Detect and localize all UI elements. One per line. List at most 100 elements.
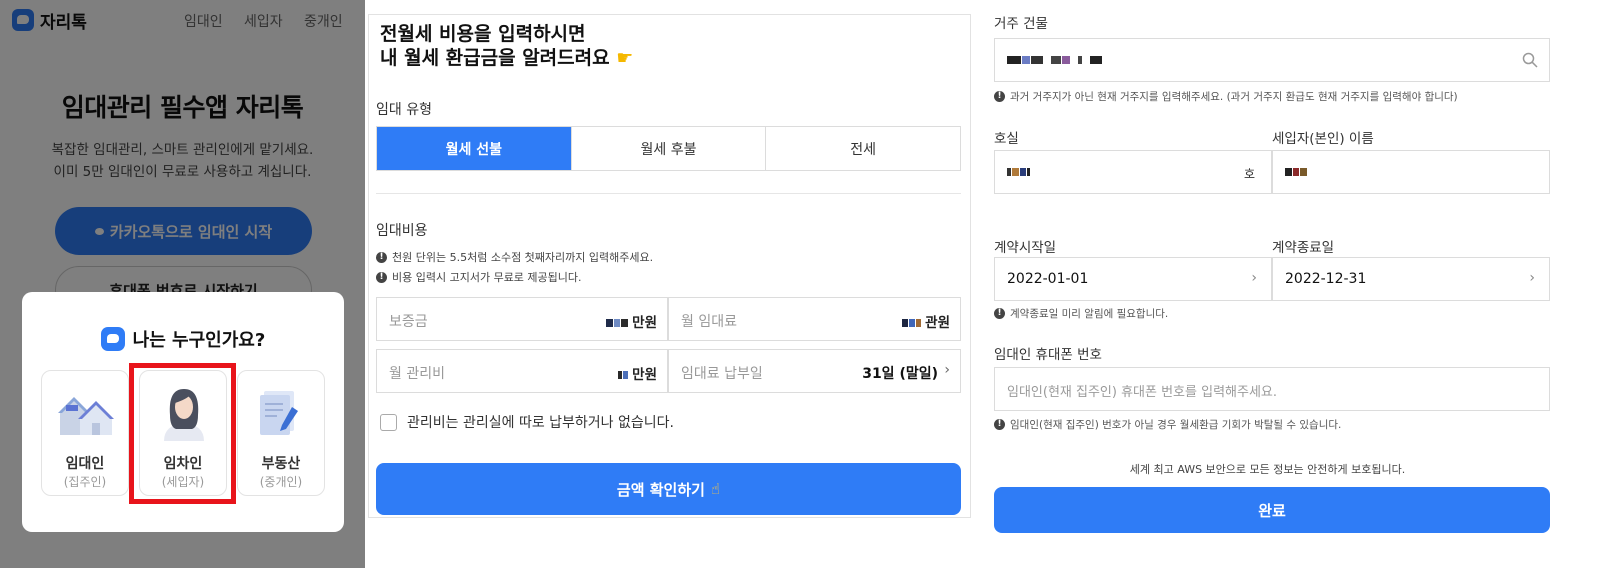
role-card-agent[interactable]: 부동산 (중개인): [237, 370, 325, 496]
end-date-note: ! 계약종료일 미리 알림에 필요합니다.: [994, 306, 1168, 321]
building-search-field[interactable]: [994, 38, 1550, 82]
redacted-value: [1285, 168, 1292, 176]
selection-highlight-box: [129, 363, 236, 504]
chevron-right-icon: ›: [1529, 270, 1535, 286]
redacted-value: [1007, 56, 1021, 64]
monthly-rent-placeholder: 월 임대료: [681, 314, 737, 330]
info-icon: !: [994, 308, 1005, 319]
monthly-rent-field[interactable]: 월 임대료 관원: [668, 297, 961, 341]
landlord-phone-placeholder: 임대인(현재 집주인) 휴대폰 번호를 입력해주세요.: [1007, 385, 1278, 400]
complete-button-label: 완료: [1258, 501, 1286, 520]
building-note: ! 과거 거주지가 아닌 현재 거주지를 입력해주세요. (과거 거주지 환급도…: [994, 89, 1458, 104]
deposit-unit: 만원: [606, 311, 657, 331]
divider: [376, 193, 961, 194]
document-pen-icon: [260, 391, 298, 435]
role-sheet-title: 나는 누구인가요?: [22, 326, 344, 352]
rent-type-postpaid[interactable]: 월세 후불: [572, 127, 767, 170]
management-fee-checkbox-row[interactable]: 관리비는 관리실에 따로 납부하거나 없습니다.: [380, 412, 674, 432]
monthly-rent-unit-text: 관원: [925, 315, 950, 331]
rent-cost-label: 임대비용: [376, 223, 428, 239]
form-heading-line1: 전월세 비용을 입력하시면: [380, 23, 586, 45]
complete-button[interactable]: 완료: [994, 487, 1550, 533]
deposit-field[interactable]: 보증금 만원: [376, 297, 668, 341]
tenant-name-label: 세입자(본인) 이름: [1272, 131, 1374, 147]
role-select-screen: 자리톡 임대인 세입자 중개인 임대관리 필수앱 자리톡 복잡한 임대관리, 스…: [0, 0, 365, 568]
deposit-unit-text: 만원: [632, 315, 657, 331]
redacted-value: [916, 319, 922, 327]
contract-end-date[interactable]: 2022-12-31 ›: [1272, 257, 1550, 301]
check-amount-label: 금액 확인하기: [616, 480, 705, 499]
chevron-right-icon: ›: [944, 362, 950, 378]
contract-start-value: 2022-01-01: [1007, 271, 1089, 287]
role-card-landlord[interactable]: 임대인 (집주인): [41, 370, 129, 496]
redacted-value: [1300, 168, 1307, 176]
role-sheet-title-text: 나는 누구인가요?: [132, 330, 266, 351]
rent-type-selector: 월세 선불 월세 후불 전세: [376, 126, 961, 171]
management-fee-unit: 만원: [618, 363, 657, 383]
form-heading-line2: 내 월세 환급금을 알려드려요 ☛: [380, 43, 633, 70]
landlord-phone-field[interactable]: 임대인(현재 집주인) 휴대폰 번호를 입력해주세요.: [994, 367, 1550, 411]
redacted-room: [1007, 164, 1031, 180]
tenant-name-field[interactable]: [1272, 150, 1550, 194]
redacted-value: [606, 319, 614, 327]
redacted-value: [1012, 168, 1019, 176]
redacted-name: [1285, 164, 1308, 180]
redacted-value: [623, 371, 629, 379]
landlord-phone-note: ! 임대인(현재 집주인) 번호가 아닐 경우 월세환급 기회가 박탈될 수 있…: [994, 417, 1341, 432]
room-label: 호실: [994, 131, 1019, 147]
role-sub: (중개인): [259, 475, 303, 489]
monthly-rent-unit: 관원: [902, 311, 950, 331]
end-date-note-text: 계약종료일 미리 알림에 필요합니다.: [1010, 308, 1169, 320]
contract-end-value: 2022-12-31: [1285, 271, 1367, 287]
info-text: 천원 단위는 5.5처럼 소수점 첫째자리까지 입력해주세요.: [392, 251, 654, 264]
redacted-value: [1090, 56, 1102, 64]
info-text: 비용 입력시 고지서가 무료로 제공됩니다.: [392, 271, 582, 284]
info-icon: !: [376, 251, 387, 263]
check-amount-button[interactable]: 금액 확인하기 ☝: [376, 463, 961, 515]
redacted-value: [1007, 168, 1011, 176]
redacted-value: [1027, 168, 1030, 176]
redacted-value: [902, 319, 909, 327]
checkbox[interactable]: [380, 413, 397, 431]
contract-start-date[interactable]: 2022-01-01 ›: [994, 257, 1272, 301]
role-sub: (집주인): [63, 475, 107, 489]
management-fee-placeholder: 월 관리비: [389, 366, 445, 382]
redacted-value: [1020, 168, 1026, 176]
pointing-hand-icon: ☛: [616, 47, 634, 69]
rent-payday-select[interactable]: 임대료 납부일 31일 (말일) ›: [668, 349, 961, 393]
management-fee-field[interactable]: 월 관리비 만원: [376, 349, 668, 393]
rent-cost-form: 전월세 비용을 입력하시면 내 월세 환급금을 알려드려요 ☛ 임대 유형 월세…: [368, 14, 971, 518]
info-line-bill: ! 비용 입력시 고지서가 무료로 제공됩니다.: [376, 269, 582, 285]
info-icon: !: [376, 271, 387, 283]
form-heading-line2-text: 내 월세 환급금을 알려드려요: [380, 47, 610, 69]
deposit-placeholder: 보증금: [389, 314, 428, 330]
redacted-value: [1062, 56, 1070, 64]
search-icon[interactable]: [1521, 51, 1539, 69]
chevron-right-icon: ›: [1251, 270, 1257, 286]
contract-end-label: 계약종료일: [1272, 240, 1335, 256]
payday-placeholder: 임대료 납부일: [681, 366, 763, 382]
building-note-text: 과거 거주지가 아닌 현재 거주지를 입력해주세요. (과거 거주지 환급도 현…: [1010, 91, 1458, 103]
contract-info-form: 거주 건물 ! 과거 거주지가 아닌 현재 거주지를 입력해주세요. (과거 거…: [982, 0, 1553, 540]
contract-start-label: 계약시작일: [994, 240, 1057, 256]
rent-type-jeonse[interactable]: 전세: [766, 127, 960, 170]
room-suffix: 호: [1243, 167, 1255, 181]
rent-type-label: 임대 유형: [376, 102, 432, 118]
checkbox-label: 관리비는 관리실에 따로 납부하거나 없습니다.: [407, 415, 674, 431]
info-line-decimal: ! 천원 단위는 5.5처럼 소수점 첫째자리까지 입력해주세요.: [376, 249, 653, 265]
rent-type-prepaid[interactable]: 월세 선불: [377, 127, 572, 170]
screenshot-collage: 자리톡 임대인 세입자 중개인 임대관리 필수앱 자리톡 복잡한 임대관리, 스…: [0, 0, 1606, 568]
security-notice: 세계 최고 AWS 보안으로 모든 정보는 안전하게 보호됩니다.: [1129, 463, 1406, 476]
app-logo-icon: [100, 327, 125, 351]
info-icon: !: [994, 91, 1005, 102]
landlord-phone-label: 임대인 휴대폰 번호: [994, 347, 1102, 363]
info-icon: !: [994, 419, 1005, 430]
redacted-value: [1022, 56, 1030, 64]
redacted-value: [621, 319, 629, 327]
redacted-value: [1051, 56, 1061, 64]
room-number-field[interactable]: 호: [994, 150, 1272, 194]
redacted-value: [909, 319, 916, 327]
house-icon: [58, 397, 114, 435]
pointing-hand-icon: ☝: [710, 480, 721, 498]
redacted-value: [614, 319, 621, 327]
